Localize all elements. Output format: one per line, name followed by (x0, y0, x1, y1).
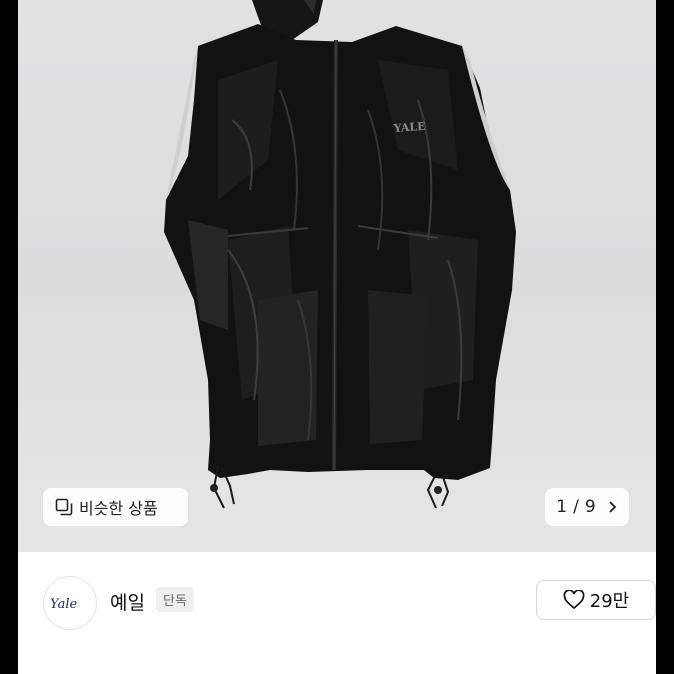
shop-avatar[interactable]: Yale (43, 576, 97, 630)
similar-products-label: 비슷한 상품 (79, 499, 158, 518)
yale-logo-icon: Yale (50, 597, 77, 612)
exclusive-badge: 단독 (156, 587, 194, 612)
pager-current: 1 (556, 497, 568, 517)
product-photo: YALE (164, 0, 516, 509)
heart-outline-icon (563, 590, 585, 610)
svg-text:Yale: Yale (50, 597, 77, 612)
similar-products-button[interactable]: 비슷한 상품 (43, 488, 188, 526)
product-page: YALE 비슷한 상품 1 / 9 Yale 예일 단독 29만 (18, 0, 656, 674)
chevron-right-icon (606, 500, 618, 514)
pager-total: 9 (584, 497, 596, 517)
shop-name[interactable]: 예일 (110, 588, 145, 615)
svg-text:YALE: YALE (392, 120, 426, 135)
image-pager[interactable]: 1 / 9 (545, 488, 629, 526)
copy-stack-icon (55, 498, 73, 516)
like-button[interactable]: 29만 (536, 580, 656, 620)
description-area (18, 644, 656, 674)
shop-info-row: Yale 예일 단독 29만 (18, 552, 656, 644)
product-image-gallery[interactable]: YALE 비슷한 상품 1 / 9 (18, 0, 656, 552)
like-count: 29만 (589, 591, 630, 612)
pager-separator: / (573, 497, 579, 517)
